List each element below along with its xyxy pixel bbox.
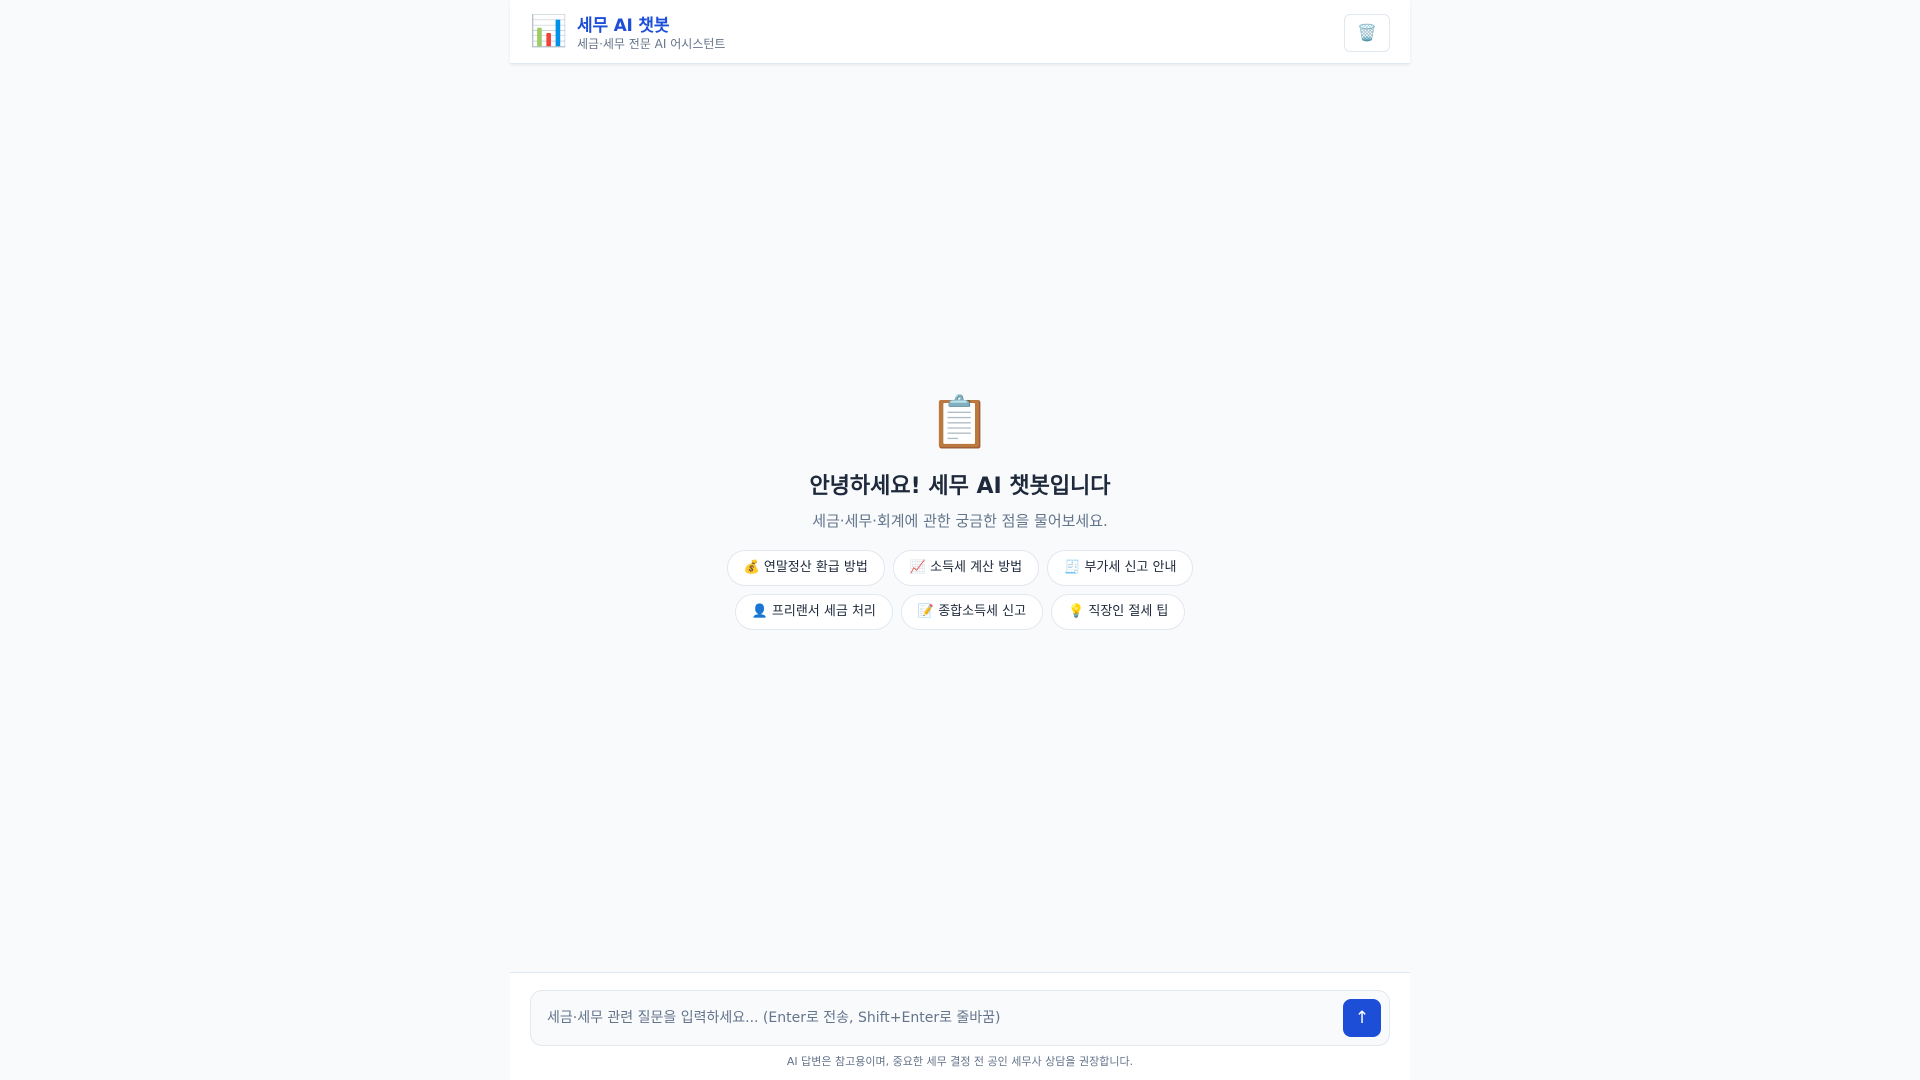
suggestion-chip[interactable]: 💡 직장인 절세 팁 bbox=[1051, 594, 1186, 630]
welcome-panel: 📋 안녕하세요! 세무 AI 챗봇입니다 세금·세무·회계에 관한 궁금한 점을… bbox=[510, 392, 1410, 630]
clipboard-icon: 📋 bbox=[928, 393, 992, 451]
arrow-up-icon: ↑ bbox=[1354, 1008, 1370, 1028]
suggestion-chip[interactable]: 💰 연말정산 환급 방법 bbox=[726, 550, 885, 586]
message-input[interactable] bbox=[547, 1003, 1317, 1033]
trash-icon: 🗑️ bbox=[1357, 23, 1377, 42]
suggestion-chip[interactable]: 📝 종합소득세 신고 bbox=[900, 594, 1044, 630]
suggestion-chip[interactable]: 🧾 부가세 신고 안내 bbox=[1047, 550, 1194, 586]
suggestion-list: 💰 연말정산 환급 방법 📈 소득세 계산 방법 🧾 부가세 신고 안내 👤 프… bbox=[700, 550, 1220, 630]
suggestion-chip[interactable]: 👤 프리랜서 세금 처리 bbox=[734, 594, 893, 630]
app-container: 📊 세무 AI 챗봇 세금·세무 전문 AI 어시스턴트 🗑️ 📋 안녕하세요!… bbox=[510, 0, 1410, 1080]
disclaimer-text: AI 답변은 참고용이며, 중요한 세무 결정 전 공인 세무사 상담을 권장합… bbox=[786, 1055, 1134, 1068]
input-area: ↑ AI 답변은 참고용이며, 중요한 세무 결정 전 공인 세무사 상담을 권… bbox=[510, 972, 1410, 1080]
suggestion-chip[interactable]: 📈 소득세 계산 방법 bbox=[892, 550, 1040, 586]
message-input-container: ↑ bbox=[530, 990, 1390, 1046]
bar-chart-icon: 📊 bbox=[530, 14, 568, 49]
app-title: 세무 AI 챗봇 bbox=[577, 16, 670, 36]
send-button[interactable]: ↑ bbox=[1343, 999, 1381, 1037]
welcome-description: 세금·세무·회계에 관한 궁금한 점을 물어보세요. bbox=[812, 512, 1108, 530]
app-subtitle: 세금·세무 전문 AI 어시스턴트 bbox=[577, 37, 726, 51]
welcome-title: 안녕하세요! 세무 AI 챗봇입니다 bbox=[809, 474, 1111, 499]
clear-chat-button[interactable]: 🗑️ bbox=[1344, 14, 1390, 52]
header: 📊 세무 AI 챗봇 세금·세무 전문 AI 어시스턴트 🗑️ bbox=[510, 0, 1410, 64]
